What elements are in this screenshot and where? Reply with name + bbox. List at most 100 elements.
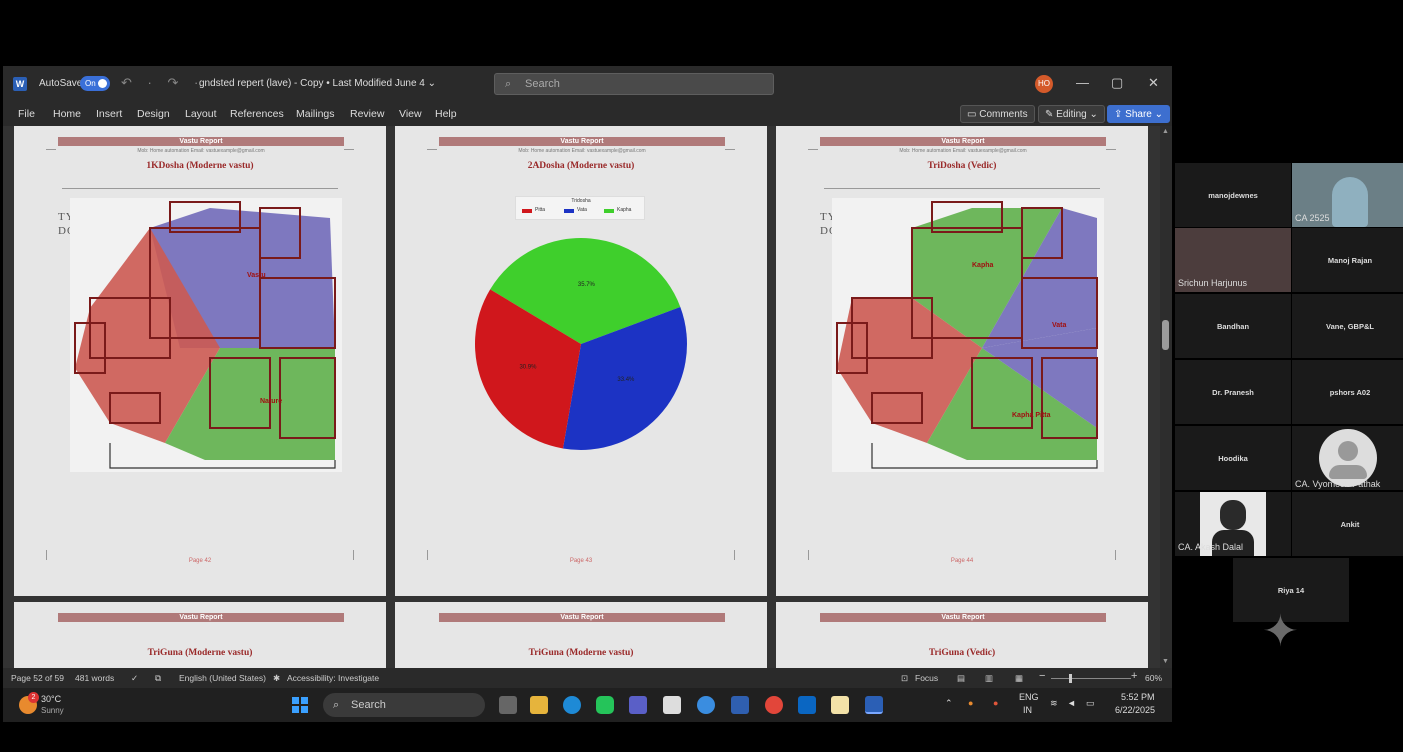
page-header: Vastu Report: [58, 613, 344, 622]
zoom-out-icon[interactable]: −: [1039, 670, 1045, 682]
tab-layout[interactable]: Layout: [185, 108, 217, 120]
whatsapp-icon[interactable]: [596, 696, 614, 714]
volume-icon[interactable]: ◄: [1067, 698, 1076, 708]
maximize-button[interactable]: ▢: [1111, 75, 1123, 91]
clock-time[interactable]: 5:52 PM: [1121, 692, 1155, 702]
participant-tile[interactable]: Bandhan: [1175, 294, 1291, 358]
page-count[interactable]: Page 52 of 59: [11, 673, 64, 683]
edge-icon[interactable]: [563, 696, 581, 714]
participant-tile-video[interactable]: CA 2525: [1292, 163, 1403, 227]
tab-help[interactable]: Help: [435, 108, 457, 120]
scroll-up-icon[interactable]: ▲: [1162, 128, 1170, 135]
zoom-slider[interactable]: [1051, 678, 1131, 679]
participant-name: Manoj Rajan: [1327, 256, 1373, 265]
print-layout-icon[interactable]: ▥: [985, 673, 993, 684]
editing-button[interactable]: ✎ Editing ⌄: [1038, 105, 1105, 123]
search-input[interactable]: ⌕ Search: [494, 73, 774, 95]
battery-icon[interactable]: ▭: [1086, 698, 1095, 709]
autosave-toggle[interactable]: On: [80, 76, 110, 91]
participant-tile-video[interactable]: CA. Akash Dalal: [1175, 492, 1291, 556]
participant-tile[interactable]: pshors A02: [1292, 360, 1403, 424]
file-explorer-icon[interactable]: [530, 696, 548, 714]
page-title: TriGuna (Vedic): [928, 648, 996, 658]
store-icon[interactable]: [663, 696, 681, 714]
share-button[interactable]: ⇪ Share ⌄: [1107, 105, 1171, 123]
participant-tile-video[interactable]: Srichun Harjunus: [1175, 228, 1291, 292]
accessibility-icon[interactable]: ✱: [273, 673, 280, 684]
taskbar-search[interactable]: ⌕ Search: [323, 693, 485, 717]
tab-mailings[interactable]: Mailings: [296, 108, 335, 120]
clock-date[interactable]: 6/22/2025: [1115, 705, 1155, 715]
floor-plan-2: [832, 198, 1104, 472]
tab-home[interactable]: Home: [53, 108, 81, 120]
read-mode-icon[interactable]: ▤: [957, 673, 965, 684]
weather-desc[interactable]: Sunny: [41, 706, 64, 715]
participant-tile[interactable]: Vane, GBP&L: [1292, 294, 1403, 358]
scroll-thumb[interactable]: [1162, 320, 1169, 350]
language-status[interactable]: English (United States): [179, 673, 266, 683]
pie-label-pitta: 30.9%: [519, 364, 537, 370]
notes-app-icon[interactable]: [831, 696, 849, 714]
participant-tile[interactable]: Dr. Pranesh: [1175, 360, 1291, 424]
floor-plan-1: [70, 198, 342, 472]
task-view-icon[interactable]: [499, 696, 517, 714]
microphone-icon[interactable]: ●: [993, 698, 998, 708]
page-header: Vastu Report: [439, 613, 725, 622]
document-canvas[interactable]: Vastu Report Mob: Home automation Email:…: [3, 126, 1172, 668]
focus-button[interactable]: Focus: [915, 673, 938, 683]
undo-redo-icons[interactable]: ↶ · ↷ ·: [121, 75, 204, 91]
document-title[interactable]: gndsted repert (lave) - Copy • Last Modi…: [199, 78, 436, 89]
page-title: TriDosha (Vedic): [927, 161, 997, 171]
zoom-slider-thumb[interactable]: [1069, 674, 1072, 683]
focus-icon[interactable]: ⊡: [901, 673, 908, 684]
predictions-icon[interactable]: ⧉: [155, 673, 161, 684]
tray-chevron-icon[interactable]: ⌃: [945, 698, 953, 709]
participant-name: Ankit: [1340, 520, 1360, 529]
zoom-level[interactable]: 60%: [1145, 673, 1162, 683]
person-silhouette: [1332, 177, 1368, 227]
legend-item: Pitta: [535, 207, 546, 213]
participant-tile[interactable]: Hoodika: [1175, 426, 1291, 490]
chrome-icon[interactable]: [765, 696, 783, 714]
participant-name: Dr. Pranesh: [1212, 388, 1254, 397]
app-icon[interactable]: [731, 696, 749, 714]
minimize-button[interactable]: —: [1076, 75, 1089, 90]
help-app-icon[interactable]: [697, 696, 715, 714]
tab-references[interactable]: References: [230, 108, 284, 120]
tab-design[interactable]: Design: [137, 108, 170, 120]
accessibility-status[interactable]: Accessibility: Investigate: [287, 673, 379, 683]
proofing-icon[interactable]: ✓: [131, 673, 138, 684]
vertical-scrollbar[interactable]: ▲ ▼: [1160, 126, 1172, 668]
input-lang[interactable]: ENG: [1019, 692, 1039, 702]
participant-tile[interactable]: Manoj Rajan: [1292, 228, 1403, 292]
tab-review[interactable]: Review: [350, 108, 384, 120]
page-subheader: Mob: Home automation Email: vastuexample…: [137, 148, 265, 154]
input-region[interactable]: IN: [1023, 705, 1032, 715]
autosave-label: AutoSave: [39, 78, 83, 89]
comments-button[interactable]: ▭ Comments: [960, 105, 1035, 123]
page-subheader: Mob: Home automation Email: vastuexample…: [899, 148, 1027, 154]
page-title: TriGuna (Moderne vastu): [147, 648, 253, 658]
linkedin-icon[interactable]: [798, 696, 816, 714]
tray-app-icon[interactable]: ●: [968, 698, 973, 708]
weather-temp[interactable]: 30°C: [41, 694, 61, 704]
page-title: 1KDosha (Moderne vastu): [146, 161, 254, 171]
start-button[interactable]: [292, 697, 308, 713]
sparkle-icon: ✦: [1262, 607, 1299, 656]
zoom-in-icon[interactable]: +: [1131, 670, 1137, 682]
participant-tile[interactable]: manojdewnes: [1175, 163, 1291, 227]
word-taskbar-icon[interactable]: [865, 696, 883, 714]
tab-file[interactable]: File: [18, 108, 35, 120]
scroll-down-icon[interactable]: ▼: [1162, 658, 1170, 665]
participant-tile[interactable]: Ankit: [1292, 492, 1403, 556]
wifi-icon[interactable]: ≋: [1050, 698, 1058, 709]
user-avatar[interactable]: HO: [1035, 75, 1053, 93]
page-subheader: Mob: Home automation Email: vastuexample…: [518, 148, 646, 154]
web-layout-icon[interactable]: ▦: [1015, 673, 1023, 684]
tab-insert[interactable]: Insert: [96, 108, 122, 120]
corner-mark: [725, 140, 735, 150]
word-count[interactable]: 481 words: [75, 673, 114, 683]
close-button[interactable]: ✕: [1148, 75, 1159, 91]
tab-view[interactable]: View: [399, 108, 422, 120]
teams-icon[interactable]: [629, 696, 647, 714]
